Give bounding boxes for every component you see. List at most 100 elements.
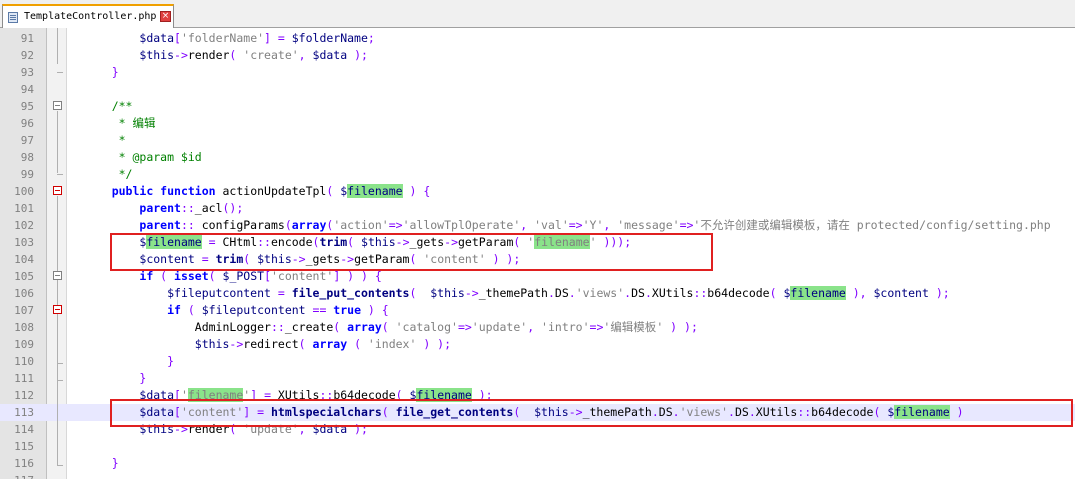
code-token: [ xyxy=(174,388,181,402)
code-token: -> xyxy=(568,405,583,419)
code-token: $content xyxy=(139,252,195,266)
code-token: => xyxy=(589,320,604,334)
code-token: . xyxy=(672,405,680,419)
line-number: 101 xyxy=(14,202,34,215)
code-line[interactable]: 101 parent::_acl(); xyxy=(0,200,1075,217)
code-line[interactable]: 95 /** xyxy=(0,98,1075,115)
code-token: $this xyxy=(139,48,175,62)
fold-toggle-icon[interactable] xyxy=(53,305,62,314)
code-line[interactable]: 97 * xyxy=(0,132,1075,149)
code-line[interactable]: 107 if ( $fileputcontent == true ) { xyxy=(0,302,1075,319)
code-line[interactable]: 115 xyxy=(0,438,1075,455)
tab-template-controller[interactable]: TemplateController.php × xyxy=(2,4,174,28)
code-line[interactable]: 91 $data['folderName'] = $folderName; xyxy=(0,30,1075,47)
line-number: 95 xyxy=(20,100,34,113)
code-token: ) { xyxy=(361,303,389,317)
code-line[interactable]: 109 $this->redirect( array ( 'index' ) )… xyxy=(0,336,1075,353)
code-text: parent:: configParams(array('action'=>'a… xyxy=(84,217,1050,234)
code-token: if xyxy=(167,303,181,317)
code-token: ( xyxy=(513,235,528,249)
code-line[interactable]: 92 $this->render( 'create', $data ); xyxy=(0,47,1075,64)
code-line[interactable]: 116 } xyxy=(0,455,1075,472)
code-line[interactable]: 108 AdminLogger::_create( array( 'catalo… xyxy=(0,319,1075,336)
code-text: $this->render( 'update', $data ); xyxy=(84,421,368,438)
code-token: 不允许创建或编辑模板，请在 xyxy=(700,218,850,232)
fold-toggle-icon[interactable] xyxy=(53,186,62,195)
code-token: } xyxy=(111,456,119,470)
code-token: array xyxy=(312,337,348,351)
code-token: :: xyxy=(257,235,271,249)
code-token: DS xyxy=(554,286,569,300)
code-token: -> xyxy=(291,252,306,266)
code-text: * 编辑 xyxy=(84,115,156,132)
code-line[interactable]: 93 } xyxy=(0,64,1075,81)
code-line[interactable]: 99 */ xyxy=(0,166,1075,183)
code-line[interactable]: 105 if ( isset( $_POST['content'] ) ) { xyxy=(0,268,1075,285)
code-token: _themePath xyxy=(582,405,652,419)
code-line[interactable]: 117 xyxy=(0,472,1075,479)
code-editor[interactable]: 91 $data['folderName'] = $folderName; 92 … xyxy=(0,28,1075,479)
line-number: 108 xyxy=(14,321,34,334)
code-token: $data xyxy=(139,31,175,45)
code-line[interactable]: 114 $this->render( 'update', $data ); xyxy=(0,421,1075,438)
code-line[interactable]: 104 $content = trim( $this->_gets->getPa… xyxy=(0,251,1075,268)
code-token: ( xyxy=(769,286,784,300)
code-token: :: xyxy=(693,286,708,300)
line-number: 113 xyxy=(14,406,34,419)
code-token: [ xyxy=(174,31,181,45)
fold-toggle-icon[interactable] xyxy=(53,271,62,280)
code-token: $_POST xyxy=(222,269,265,283)
line-number: 93 xyxy=(20,66,34,79)
code-line[interactable]: 111 } xyxy=(0,370,1075,387)
code-token: => xyxy=(388,218,403,232)
code-line[interactable]: 98 * @param $id xyxy=(0,149,1075,166)
line-number: 116 xyxy=(14,457,34,470)
line-number: 109 xyxy=(14,338,34,351)
fold-end xyxy=(57,380,63,381)
code-token: b64decode xyxy=(811,405,874,419)
code-token: ( xyxy=(381,320,396,334)
code-line[interactable]: 112 $data['filename'] = XUtils::b64decod… xyxy=(0,387,1075,404)
close-icon[interactable]: × xyxy=(160,11,171,22)
code-token: , xyxy=(603,218,618,232)
line-number: 114 xyxy=(14,423,34,436)
code-line[interactable]: 113 $data['content'] = htmlspecialchars(… xyxy=(0,404,1075,421)
code-token: filename xyxy=(146,235,202,249)
code-token: _themePath xyxy=(478,286,548,300)
code-text: } xyxy=(84,370,146,387)
code-token: * @param $id xyxy=(118,150,202,164)
code-token: $fileputcontent xyxy=(201,303,306,317)
code-line[interactable]: 100 public function actionUpdateTpl( $fi… xyxy=(0,183,1075,200)
code-line[interactable]: 96 * 编辑 xyxy=(0,115,1075,132)
code-token: */ xyxy=(118,167,133,181)
code-token: , xyxy=(298,422,313,436)
code-line[interactable]: 110 } xyxy=(0,353,1075,370)
code-token: ( xyxy=(180,303,202,317)
line-number: 91 xyxy=(20,32,34,45)
code-line[interactable]: 94 xyxy=(0,81,1075,98)
code-token: array xyxy=(347,320,382,334)
code-token: ( xyxy=(395,388,410,402)
code-text: $data['content'] = htmlspecialchars( fil… xyxy=(84,404,964,421)
code-token: $folderName xyxy=(291,31,368,45)
code-line[interactable]: 103 $filename = CHtml::encode(trim( $thi… xyxy=(0,234,1075,251)
code-token: XUtils xyxy=(755,405,798,419)
code-token: file_put_contents xyxy=(291,286,410,300)
code-token: 'message' xyxy=(617,218,680,232)
code-line[interactable]: 106 $fileputcontent = file_put_contents(… xyxy=(0,285,1075,302)
code-line[interactable]: 102 parent:: configParams(array('action'… xyxy=(0,217,1075,234)
fold-toggle-icon[interactable] xyxy=(53,101,62,110)
